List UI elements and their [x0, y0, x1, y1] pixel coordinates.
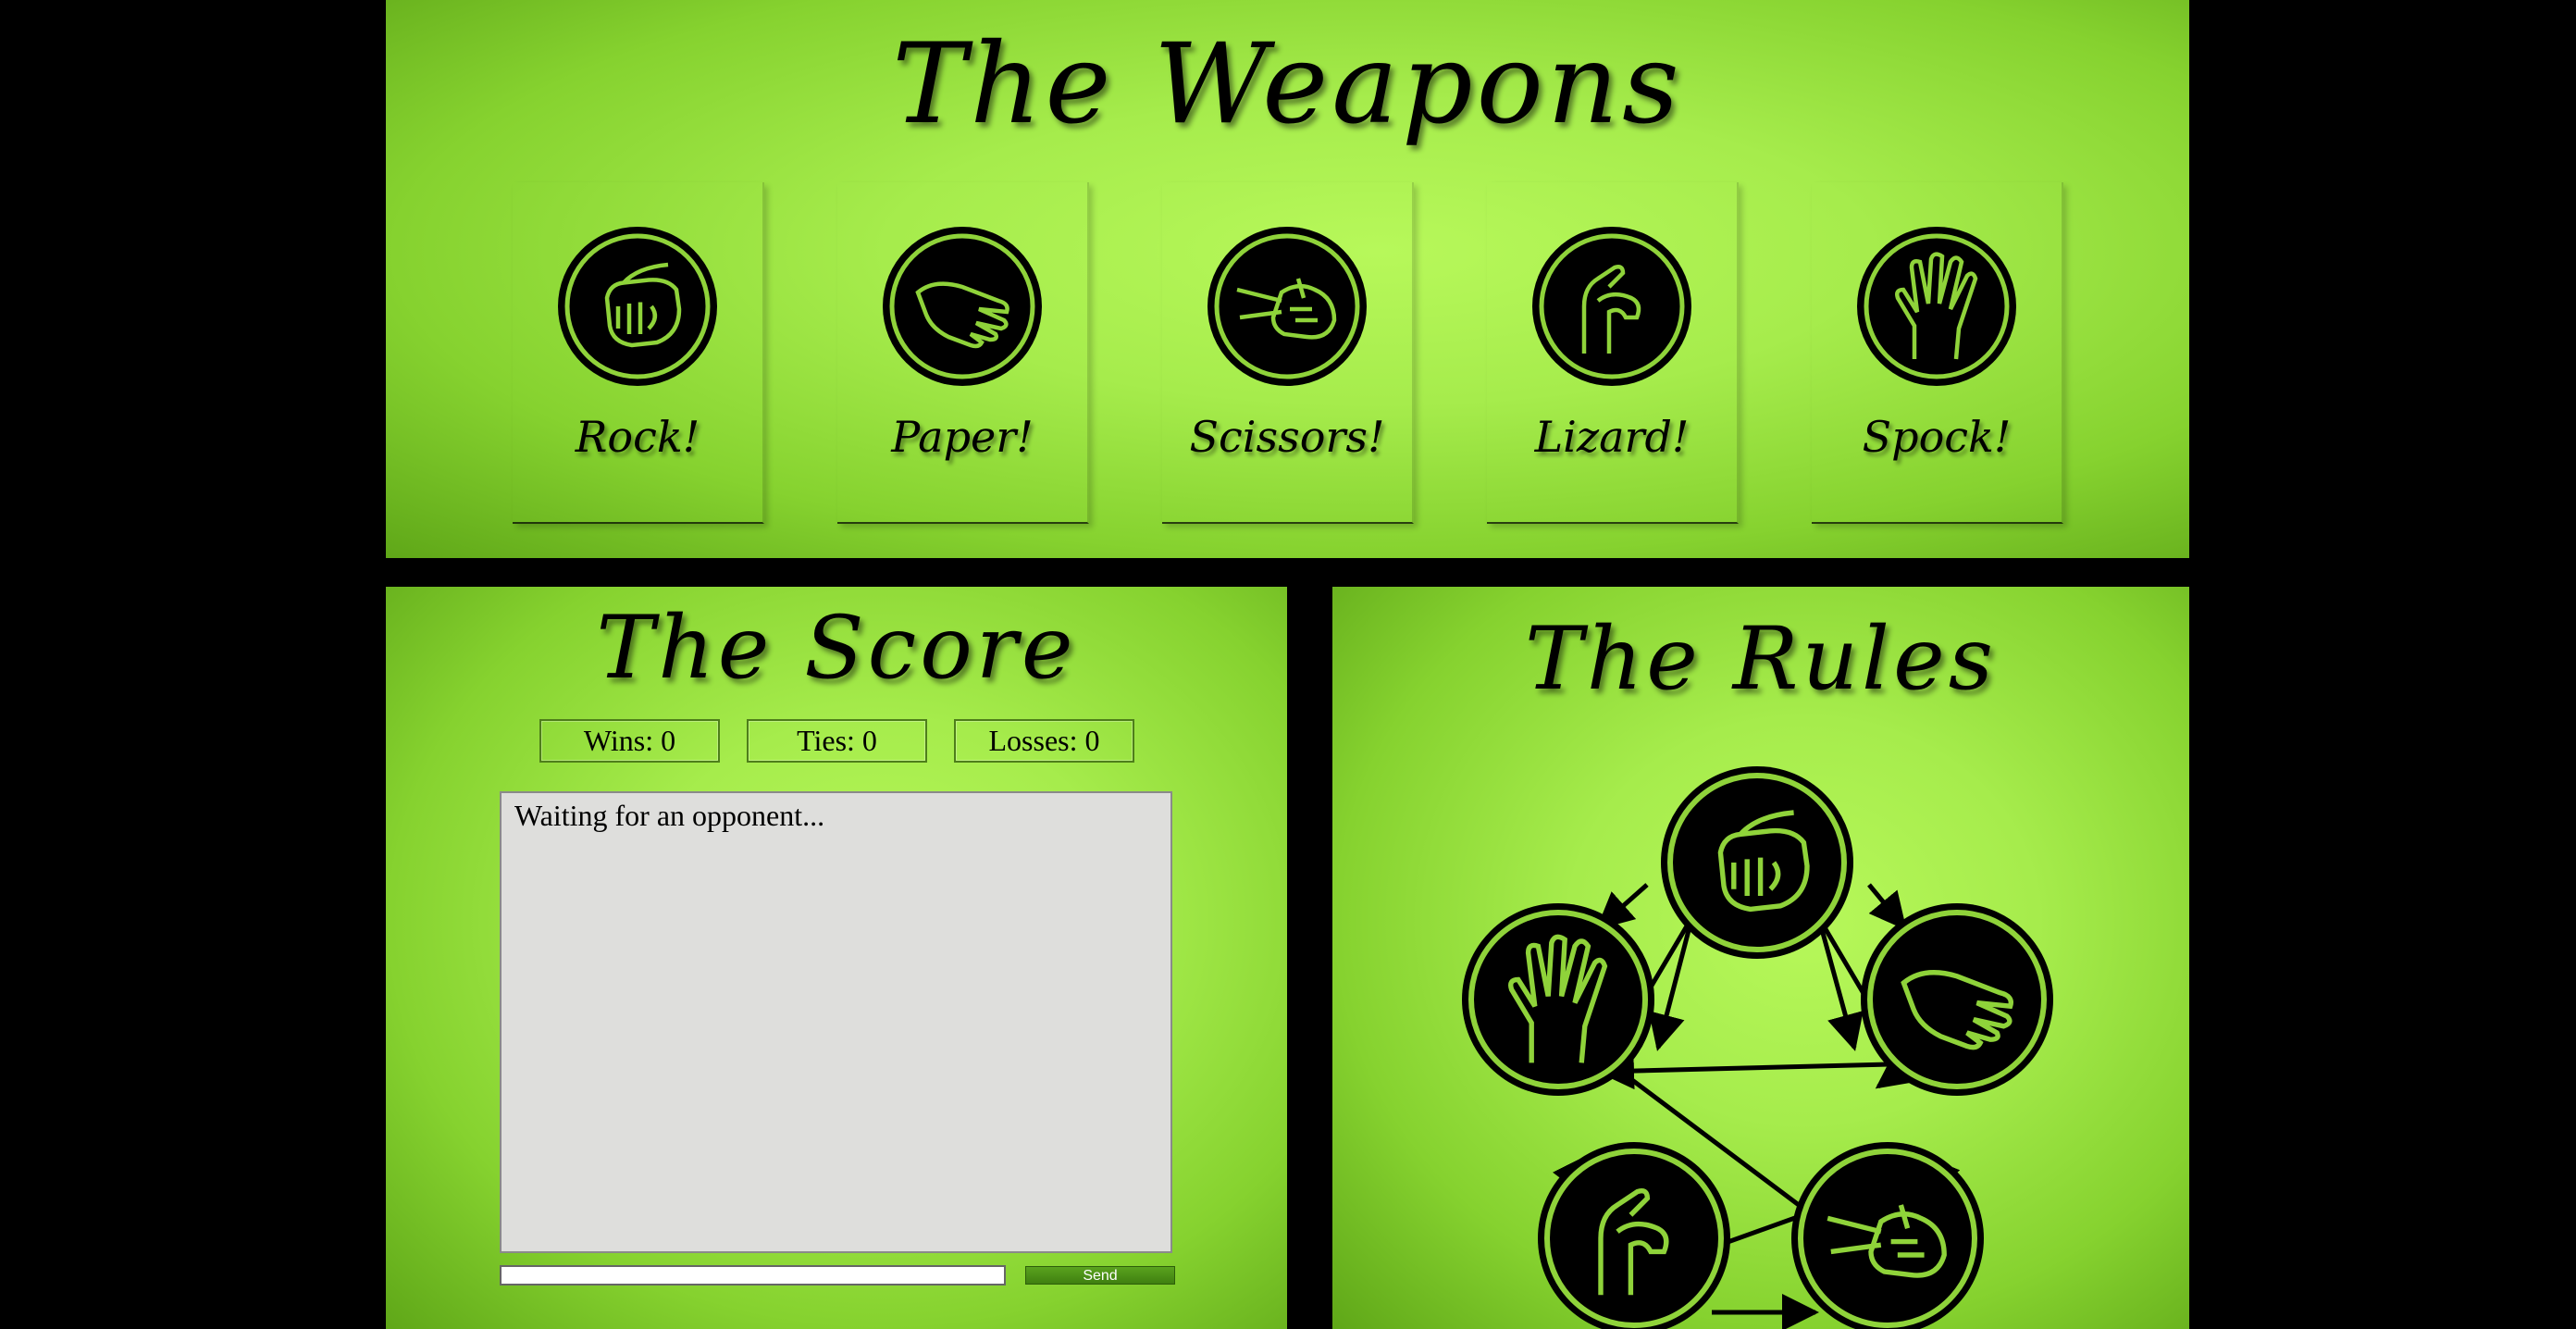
rock-hand-icon — [558, 227, 717, 386]
weapons-title: The Weapons — [892, 20, 1683, 149]
ties-counter: Ties: 0 — [747, 719, 927, 763]
weapon-label-lizard: Lizard! — [1534, 412, 1690, 462]
log-message: Waiting for an opponent... — [514, 799, 825, 832]
weapon-card-scissors[interactable]: Scissors! — [1162, 182, 1414, 524]
lizard-hand-icon — [1532, 227, 1691, 386]
weapon-card-paper[interactable]: Paper! — [837, 182, 1089, 524]
game-log[interactable]: Waiting for an opponent... — [500, 791, 1172, 1253]
weapon-label-rock: Rock! — [575, 412, 700, 462]
weapon-label-paper: Paper! — [891, 412, 1034, 462]
chat-input[interactable] — [500, 1265, 1006, 1286]
scissors-hand-icon — [1208, 227, 1367, 386]
score-title: The Score — [596, 598, 1077, 699]
rules-cycle-diagram — [1462, 766, 2053, 1329]
rules-spock-circle — [1462, 903, 1654, 1096]
rules-lizard-circle — [1538, 1142, 1730, 1329]
weapons-panel: The Weapons Rock! Paper! Scissors! Lizar… — [386, 0, 2189, 558]
send-button[interactable]: Send — [1025, 1266, 1175, 1285]
paper-hand-icon — [883, 227, 1042, 386]
losses-counter: Losses: 0 — [954, 719, 1134, 763]
score-panel: The Score Wins: 0 Ties: 0 Losses: 0 Wait… — [386, 587, 1287, 1329]
rules-title: The Rules — [1525, 609, 1997, 710]
weapon-label-spock: Spock! — [1862, 412, 2012, 462]
weapon-card-rock[interactable]: Rock! — [513, 182, 764, 524]
rules-rock-circle — [1661, 766, 1853, 959]
rules-scissors-circle — [1791, 1142, 1984, 1329]
wins-counter: Wins: 0 — [539, 719, 720, 763]
spock-hand-icon — [1857, 227, 2016, 386]
rules-panel: The Rules — [1332, 587, 2189, 1329]
weapon-card-spock[interactable]: Spock! — [1812, 182, 2063, 524]
rules-paper-circle — [1861, 903, 2053, 1096]
weapon-label-scissors: Scissors! — [1189, 412, 1385, 462]
weapon-card-lizard[interactable]: Lizard! — [1487, 182, 1739, 524]
